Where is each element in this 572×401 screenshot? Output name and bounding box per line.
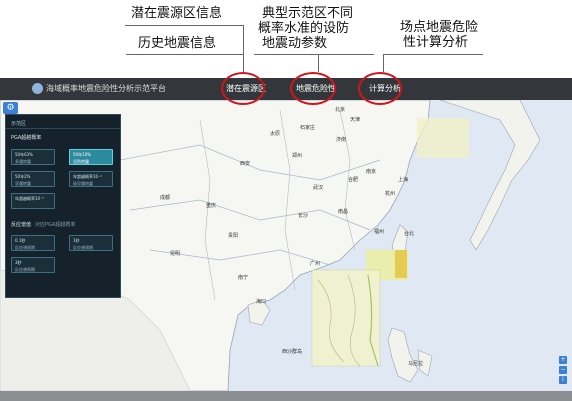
annotation-leader-line bbox=[243, 25, 244, 72]
annotation-underline bbox=[254, 54, 374, 55]
card-label: 3秒 bbox=[15, 260, 22, 265]
period-card-3s[interactable]: 3秒 反应谱周期 bbox=[11, 257, 55, 273]
map-city-label: 海口 bbox=[256, 299, 267, 305]
card-label: 50年2% bbox=[15, 174, 31, 179]
top-navigation-bar: 海域概率地震危险性分析示范平台 潜在震源区 地震危险性 计算分析 bbox=[0, 78, 572, 100]
pga-card-50y-10[interactable]: 50年10% 设防地震 bbox=[69, 149, 113, 165]
period-card-0-1s[interactable]: 0.1秒 反应谱周期 bbox=[11, 235, 55, 251]
annotation-underline bbox=[383, 54, 483, 55]
highlight-ring-seismic-hazard bbox=[290, 72, 336, 105]
card-label: 年超越概率10⁻⁴ bbox=[73, 174, 102, 179]
annotation-typical-demo-line2: 概率水准的设防 bbox=[258, 21, 350, 36]
map-city-label: 成都 bbox=[160, 195, 171, 201]
map-city-label: 西安 bbox=[240, 161, 251, 167]
map-city-label: 南京 bbox=[366, 169, 377, 175]
map-controls: + − i bbox=[559, 356, 567, 386]
map-city-label: 重庆 bbox=[206, 203, 217, 209]
map-city-label: 济南 bbox=[336, 137, 347, 143]
highlight-ring-calculation-analysis bbox=[358, 72, 402, 105]
map-city-label: 武汉 bbox=[313, 185, 324, 191]
period-section-title: 反应谱值 对应PGA超越概率 bbox=[11, 221, 75, 228]
annotation-typical-demo-line3: 地震动参数 bbox=[262, 36, 328, 51]
map-city-label: 郑州 bbox=[292, 153, 303, 159]
map-city-label: 北京 bbox=[335, 107, 346, 113]
pga-card-annual-1e-5[interactable]: 年超越概率10⁻⁵ bbox=[11, 193, 55, 209]
annotation-leader-line bbox=[318, 54, 319, 72]
app-title: 海域概率地震危险性分析示范平台 bbox=[46, 84, 166, 93]
map-city-label: 天津 bbox=[350, 117, 361, 123]
zoom-out-icon[interactable]: − bbox=[559, 366, 567, 374]
card-sublabel: 反应谱周期 bbox=[73, 245, 93, 250]
map-city-label: 贵阳 bbox=[228, 233, 239, 239]
map-city-label: 台北 bbox=[404, 231, 415, 237]
card-label: 50年63% bbox=[15, 152, 33, 157]
card-sublabel: 反应谱周期 bbox=[15, 245, 35, 250]
settings-gear-icon[interactable]: ⚙ bbox=[3, 102, 18, 114]
panel-divider bbox=[6, 128, 120, 129]
annotation-underline bbox=[126, 54, 244, 55]
card-label: 0.1秒 bbox=[15, 238, 26, 243]
map-city-label: 上海 bbox=[398, 177, 409, 183]
annotation-source-zone-info: 潜在震源区信息 bbox=[131, 6, 223, 21]
map-city-label: 长沙 bbox=[298, 213, 309, 219]
period-section-label: 反应谱值 bbox=[11, 222, 32, 228]
card-sublabel: 罕遇地震 bbox=[15, 181, 31, 186]
map-city-label: 太原 bbox=[270, 131, 281, 137]
annotation-site-hazard-line2: 性计算分析 bbox=[403, 35, 469, 50]
card-label: 1秒 bbox=[73, 238, 80, 243]
zoom-in-icon[interactable]: + bbox=[559, 356, 567, 364]
card-sublabel: 反应谱周期 bbox=[15, 267, 35, 272]
map-city-label: 福州 bbox=[374, 229, 385, 235]
info-icon[interactable]: i bbox=[559, 376, 567, 384]
card-sublabel: 多遇地震 bbox=[15, 159, 31, 164]
card-label: 50年10% bbox=[73, 152, 91, 157]
map-city-label: 马尼拉 bbox=[408, 361, 424, 367]
bottom-status-bar bbox=[0, 391, 572, 401]
demo-zone-panel: 示范区 PGA超越概率 50年63% 多遇地震 50年10% 设防地震 50年2… bbox=[5, 114, 121, 298]
annotation-historical-eq-info: 历史地震信息 bbox=[138, 36, 217, 51]
panel-title: 示范区 bbox=[11, 121, 27, 127]
annotation-leader-line bbox=[383, 54, 384, 72]
highlight-ring-source-zone bbox=[221, 72, 265, 105]
period-card-1s[interactable]: 1秒 反应谱周期 bbox=[69, 235, 113, 251]
period-section-sub: 对应PGA超越概率 bbox=[35, 222, 76, 228]
card-sublabel: 极罕遇地震 bbox=[73, 181, 93, 186]
map-city-label: 石家庄 bbox=[300, 125, 316, 131]
map-city-label: 广州 bbox=[310, 261, 321, 267]
card-sublabel: 设防地震 bbox=[73, 159, 89, 164]
annotation-typical-demo-line1: 典型示范区不同 bbox=[262, 6, 354, 21]
map-city-label: 南昌 bbox=[338, 209, 349, 215]
pga-card-50y-63[interactable]: 50年63% 多遇地震 bbox=[11, 149, 55, 165]
pga-card-annual-1e-4[interactable]: 年超越概率10⁻⁴ 极罕遇地震 bbox=[69, 171, 113, 187]
pga-section-title: PGA超越概率 bbox=[11, 135, 42, 141]
map-city-label: 西沙群岛 bbox=[282, 349, 303, 355]
map-city-label: 合肥 bbox=[348, 177, 359, 183]
platform-logo-icon bbox=[32, 83, 43, 94]
map-city-label: 昆明 bbox=[170, 251, 181, 257]
map-city-label: 杭州 bbox=[385, 191, 396, 197]
annotation-underline bbox=[125, 25, 243, 26]
annotation-site-hazard-line1: 场点地震危险 bbox=[400, 20, 479, 35]
map-city-label: 南宁 bbox=[238, 275, 249, 281]
pga-card-50y-2[interactable]: 50年2% 罕遇地震 bbox=[11, 171, 55, 187]
card-label: 年超越概率10⁻⁵ bbox=[15, 196, 44, 201]
